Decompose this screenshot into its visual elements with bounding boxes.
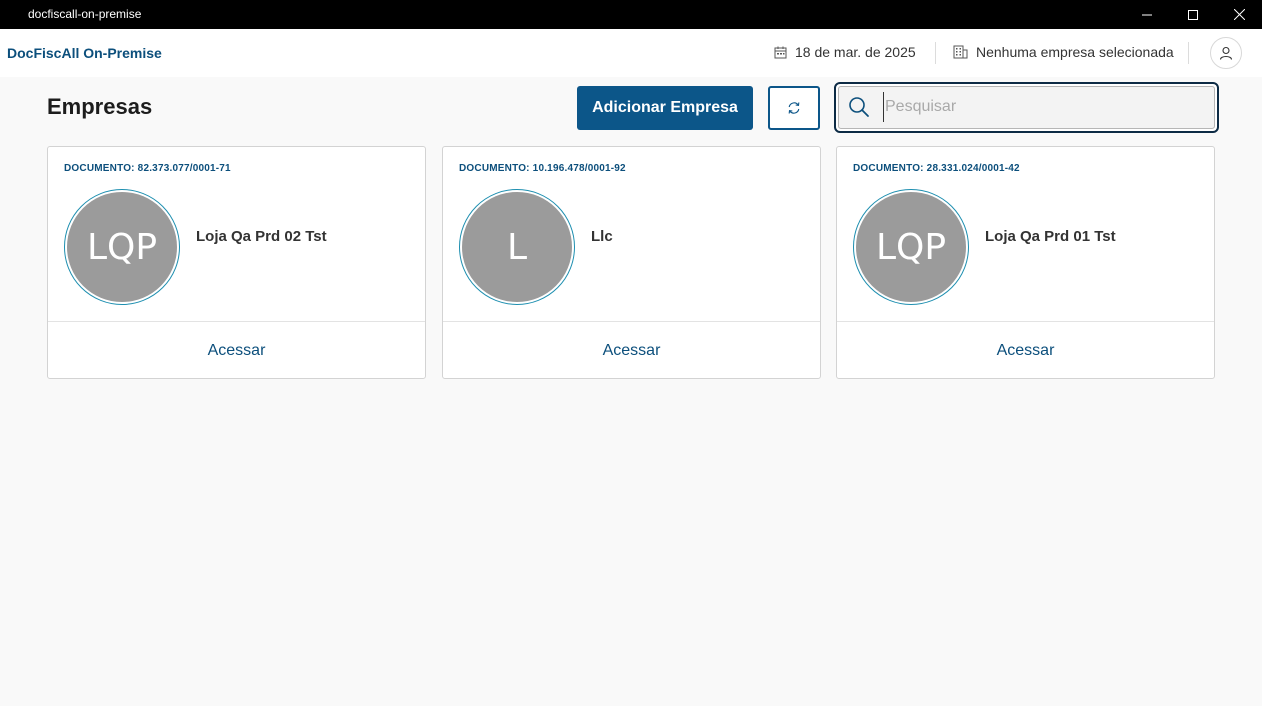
company-initials: LQP	[67, 192, 177, 302]
page-title: Empresas	[47, 94, 153, 119]
minimize-button[interactable]	[1124, 0, 1170, 29]
app-header: DocFiscAll On-Premise 18 de mar. de 2025…	[0, 29, 1262, 77]
company-avatar: L	[459, 189, 575, 305]
company-name: Loja Qa Prd 02 Tst	[196, 228, 327, 245]
search-input[interactable]	[883, 92, 1203, 122]
company-card: DOCUMENTO: 10.196.478/0001-92 L Llc Aces…	[442, 146, 821, 379]
user-menu-button[interactable]	[1210, 37, 1242, 69]
company-status: Nenhuma empresa selecionada	[976, 44, 1174, 60]
calendar-icon	[774, 46, 787, 58]
access-button[interactable]: Acessar	[443, 322, 820, 379]
company-card: DOCUMENTO: 82.373.077/0001-71 LQP Loja Q…	[47, 146, 426, 379]
refresh-button[interactable]	[768, 86, 820, 130]
header-divider	[935, 42, 936, 64]
company-initials: LQP	[856, 192, 966, 302]
close-button[interactable]	[1216, 0, 1262, 29]
maximize-button[interactable]	[1170, 0, 1216, 29]
company-document: DOCUMENTO: 82.373.077/0001-71	[64, 163, 231, 174]
maximize-icon	[1188, 9, 1198, 20]
refresh-icon	[788, 102, 800, 114]
app-brand[interactable]: DocFiscAll On-Premise	[7, 45, 162, 61]
search-box	[834, 82, 1219, 133]
company-avatar: LQP	[853, 189, 969, 305]
building-icon	[953, 45, 968, 59]
company-card: DOCUMENTO: 28.331.024/0001-42 LQP Loja Q…	[836, 146, 1215, 379]
company-name: Llc	[591, 228, 613, 245]
close-icon	[1233, 9, 1245, 20]
company-name: Loja Qa Prd 01 Tst	[985, 228, 1116, 245]
access-button[interactable]: Acessar	[837, 322, 1214, 379]
minimize-icon	[1142, 14, 1152, 15]
company-document: DOCUMENTO: 10.196.478/0001-92	[459, 163, 626, 174]
search-icon	[849, 97, 869, 117]
company-document: DOCUMENTO: 28.331.024/0001-42	[853, 163, 1020, 174]
user-icon	[1219, 46, 1233, 60]
company-selector[interactable]: Nenhuma empresa selecionada	[953, 44, 1174, 60]
current-date: 18 de mar. de 2025	[795, 44, 916, 60]
add-company-button[interactable]: Adicionar Empresa	[577, 86, 753, 130]
company-initials: L	[462, 192, 572, 302]
date-display: 18 de mar. de 2025	[774, 44, 916, 60]
window-title: docfiscall-on-premise	[28, 7, 142, 21]
search-field	[838, 86, 1215, 129]
window-titlebar: docfiscall-on-premise	[0, 0, 1262, 29]
company-avatar: LQP	[64, 189, 180, 305]
access-button[interactable]: Acessar	[48, 322, 425, 379]
header-divider	[1188, 42, 1189, 64]
